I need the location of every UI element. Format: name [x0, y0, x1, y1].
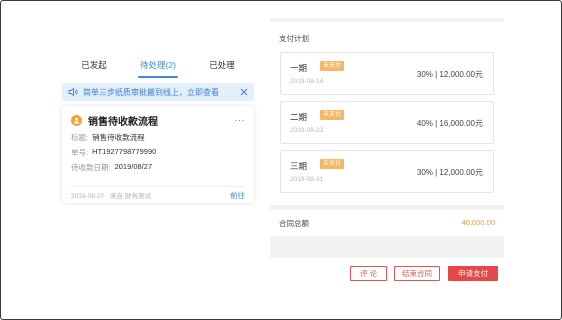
close-icon[interactable] — [240, 88, 248, 96]
payment-plan-section: 支付计划 一期 未支付 2019-08-14 30% | 12,000.00元 … — [270, 22, 504, 205]
apply-payment-button[interactable]: 申请支付 — [448, 266, 498, 281]
total-value: 40,000.00 — [461, 218, 495, 227]
go-link[interactable]: 前往 — [230, 190, 245, 201]
plan-item[interactable]: 二期 未支付 2019-08-23 40% | 16,000.00元 — [280, 101, 494, 144]
section-title: 支付计划 — [279, 34, 309, 43]
field-label: 标题: — [71, 133, 89, 142]
plan-amount: 40% | 16,000.00元 — [416, 119, 483, 128]
total-label: 合同总额 — [279, 219, 309, 228]
user-icon — [74, 117, 79, 123]
approval-panel: 已发起 待处理(2) 已处理 简单三步纸质审批搬到线上，立即查看 销售待收款流程… — [62, 54, 254, 214]
notice-bar[interactable]: 简单三步纸质审批搬到线上，立即查看 — [62, 83, 254, 101]
contract-total: 合同总额 40,000.00 — [270, 210, 504, 236]
avatar — [71, 114, 82, 126]
plan-date: 2019-08-14 — [290, 78, 324, 85]
plan-item[interactable]: 一期 未支付 2019-08-14 30% | 12,000.00元 — [280, 52, 494, 95]
plan-date: 2019-08-23 — [290, 127, 324, 134]
card-meta: 2019-08-27 · 来自 财务测试 — [71, 193, 151, 200]
more-icon[interactable]: ··· — [235, 115, 246, 125]
plan-date: 2019-08-31 — [290, 176, 324, 183]
plan-item[interactable]: 三期 未支付 2019-08-31 30% | 12,000.00元 — [280, 150, 494, 193]
speaker-icon — [68, 87, 78, 97]
action-bar: 评 论 结束合同 申请支付 — [270, 258, 504, 288]
tab-initiated[interactable]: 已发起 — [62, 54, 126, 78]
approval-tabs: 已发起 待处理(2) 已处理 — [62, 54, 254, 78]
plan-name: 二期 — [290, 112, 308, 122]
payment-panel: 支付计划 一期 未支付 2019-08-14 30% | 12,000.00元 … — [270, 18, 504, 288]
field-value: 2019/08/27 — [114, 162, 153, 171]
field-label: 单号: — [71, 148, 89, 157]
card-header: 销售待收款流程 ··· — [71, 112, 245, 128]
approval-card[interactable]: 销售待收款流程 ··· 标题: 销售待收款流程 单号: HT1927798779… — [62, 106, 254, 203]
field-label: 待收款日期: — [71, 163, 111, 172]
field-row-number: 单号: HT1927798779990 — [71, 147, 245, 158]
plan-amount: 30% | 12,000.00元 — [416, 70, 483, 79]
end-contract-button[interactable]: 结束合同 — [394, 266, 440, 281]
tab-pending[interactable]: 待处理(2) — [126, 54, 190, 78]
plan-amount: 30% | 12,000.00元 — [416, 168, 483, 177]
status-badge: 未支付 — [320, 61, 345, 71]
status-badge: 未支付 — [320, 159, 345, 169]
tab-processed[interactable]: 已处理 — [190, 54, 254, 78]
status-badge: 未支付 — [320, 110, 345, 120]
field-row-title: 标题: 销售待收款流程 — [71, 132, 245, 143]
card-footer: 2019-08-27 · 来自 财务测试 前往 — [71, 186, 245, 203]
field-value: 销售待收款流程 — [92, 133, 145, 142]
plan-name: 一期 — [290, 63, 308, 73]
notice-text: 简单三步纸质审批搬到线上，立即查看 — [83, 87, 219, 97]
field-value: HT1927798779990 — [92, 147, 157, 156]
plan-name: 三期 — [290, 161, 308, 171]
comment-button[interactable]: 评 论 — [350, 266, 387, 281]
field-row-date: 待收款日期: 2019/08/27 — [71, 162, 245, 173]
card-title: 销售待收款流程 — [88, 116, 158, 128]
